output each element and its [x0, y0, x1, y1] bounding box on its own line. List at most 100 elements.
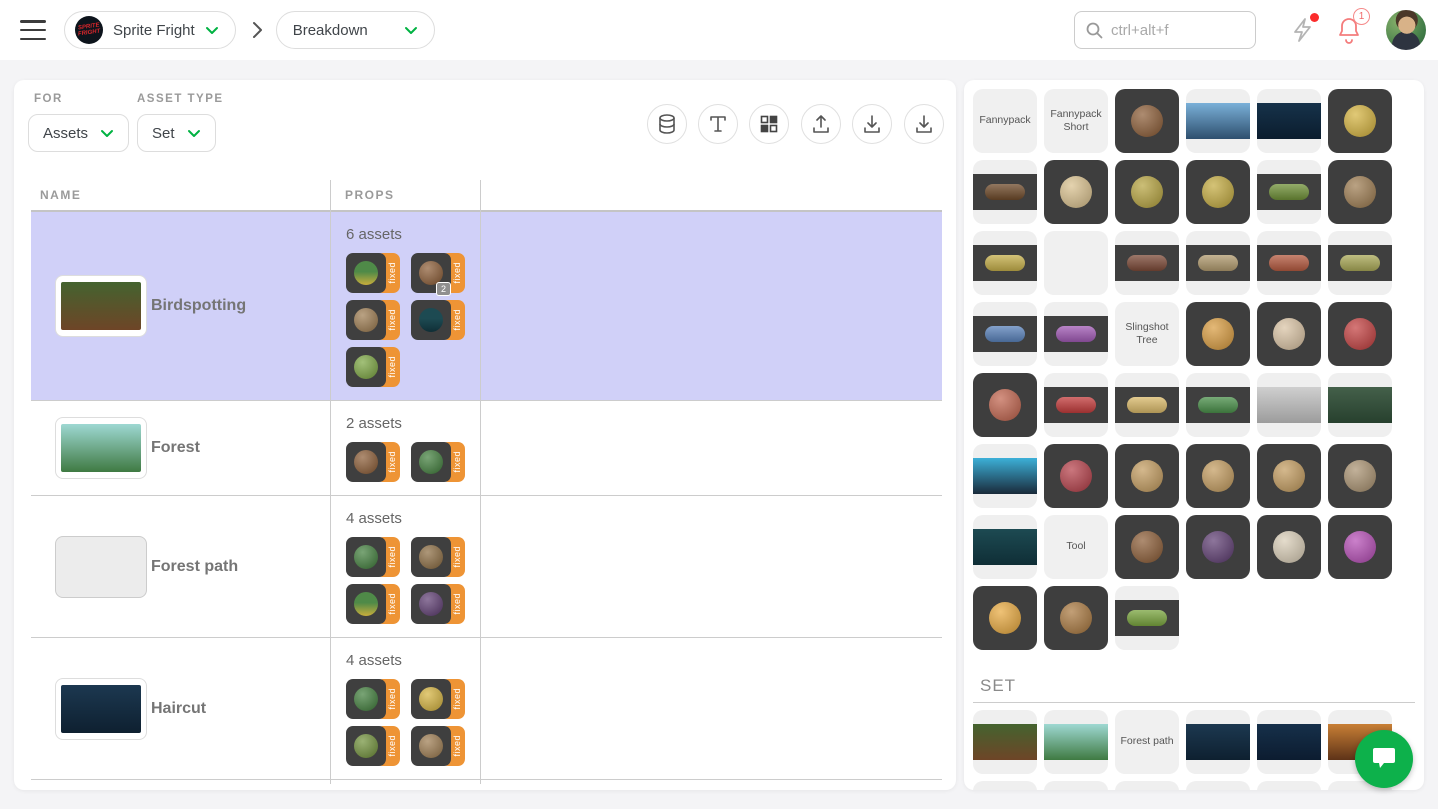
section-name: Breakdown — [293, 22, 368, 39]
prop-thumb-lighter[interactable]: fixed — [411, 679, 465, 719]
text-icon — [708, 114, 728, 134]
quick-actions-button[interactable] — [1291, 17, 1315, 43]
asset-tile-sleeping-bag-purple[interactable] — [1044, 302, 1108, 366]
asset-tile-sleeping-bag-green[interactable] — [1328, 231, 1392, 295]
asset-blob — [989, 602, 1021, 634]
asset-tile-sleeping-bag-red[interactable] — [1257, 231, 1321, 295]
prop-thumb-image — [411, 726, 451, 766]
chat-button[interactable] — [1355, 730, 1413, 788]
prop-thumb-flower[interactable]: fixed — [346, 253, 400, 293]
asset-tile-branch[interactable] — [1115, 89, 1179, 153]
asset-tile-tortilla-chips[interactable] — [1115, 373, 1179, 437]
asset-tile-haircut-set[interactable] — [1186, 710, 1250, 774]
asset-tile-clover[interactable] — [1115, 586, 1179, 650]
asset-tile-driftwood-log[interactable] — [973, 160, 1037, 224]
grid-view-button[interactable] — [749, 104, 789, 144]
asset-tile-forest-path-set[interactable]: Forest path — [1115, 710, 1179, 774]
asset-tile-tent-collapsed[interactable] — [1115, 444, 1179, 508]
search-input[interactable] — [1111, 22, 1231, 39]
asset-tile-fannypack-short[interactable]: Fannypack Short — [1044, 89, 1108, 153]
prop-thumb-plums[interactable]: fixed — [411, 584, 465, 624]
asset-tile-thorny-vine[interactable] — [973, 515, 1037, 579]
prop-thumb-flower[interactable]: fixed — [346, 584, 400, 624]
for-dropdown[interactable]: Assets — [28, 114, 129, 152]
project-logo: SPRITE FRIGHT — [75, 16, 103, 44]
prop-thumb-clover[interactable]: fixed — [346, 347, 400, 387]
menu-icon[interactable] — [20, 20, 46, 40]
asset-tile-sausage[interactable] — [1115, 231, 1179, 295]
asset-tile-night-branch[interactable] — [1257, 89, 1321, 153]
asset-tile-forest-set[interactable] — [1044, 710, 1108, 774]
fixed-tag-label: fixed — [452, 262, 462, 284]
asset-tile-night-forest-set[interactable] — [1257, 710, 1321, 774]
asset-tile-fannypack[interactable]: Fannypack — [973, 89, 1037, 153]
table-row-forest[interactable]: Forest2 assetsfixedfixed — [31, 401, 942, 496]
asset-tile-orange-flower[interactable] — [973, 586, 1037, 650]
assets-count: 4 assets — [346, 652, 480, 669]
asset-tile-tent[interactable] — [1186, 444, 1250, 508]
search-box[interactable] — [1074, 11, 1256, 49]
asset-tile-snack-can[interactable] — [1257, 302, 1321, 366]
asset-band — [1186, 724, 1250, 760]
asset-tile-tent-bag[interactable] — [1328, 444, 1392, 508]
asset-tile-stick[interactable] — [1115, 515, 1179, 579]
asset-blob — [1202, 531, 1234, 563]
asset-tile-tent-open[interactable] — [1257, 444, 1321, 508]
asset-tile-plums[interactable] — [1186, 515, 1250, 579]
asset-tile-eggshell[interactable] — [1257, 515, 1321, 579]
asset-tile-pocket-knife[interactable] — [1044, 444, 1108, 508]
section-selector[interactable]: Breakdown — [276, 11, 435, 49]
prop-thumb-branch[interactable]: fixed — [346, 442, 400, 482]
asset-tile-pinecone[interactable] — [1328, 160, 1392, 224]
asset-tile-candy-bag[interactable] — [1186, 302, 1250, 366]
asset-tile-tool[interactable]: Tool — [1044, 515, 1108, 579]
database-button[interactable] — [647, 104, 687, 144]
asset-tile-party-popper[interactable] — [1044, 373, 1108, 437]
prop-thumb-stick[interactable]: fixed — [411, 537, 465, 577]
table-row-haircut[interactable]: Haircut4 assetsfixedfixedfixedfixed — [31, 638, 942, 780]
table-row-forest-path[interactable]: Forest path4 assetsfixedfixedfixedfixed — [31, 496, 942, 638]
asset-tile-pickle[interactable] — [1257, 160, 1321, 224]
table-row-birdspotting[interactable]: Birdspotting6 assetsfixedfixed2fixedfixe… — [31, 212, 942, 401]
prop-thumb-leaf[interactable]: fixed — [346, 679, 400, 719]
asset-tile-purple-flower[interactable] — [1328, 515, 1392, 579]
asset-tile-sleeping-bag-tan[interactable] — [1186, 231, 1250, 295]
prop-thumb-pinecone[interactable]: fixed — [346, 300, 400, 340]
asset-tile-notebook[interactable] — [1044, 160, 1108, 224]
database-icon — [657, 113, 677, 135]
asset-tile-pretzel-bag[interactable] — [973, 373, 1037, 437]
export-button[interactable] — [801, 104, 841, 144]
asset-tile-salt-stix-box[interactable] — [1328, 302, 1392, 366]
props-thumb-grid: fixed fixed — [346, 442, 478, 489]
prop-thumb-leaf[interactable]: fixed — [346, 537, 400, 577]
asset-tile-rope-coil[interactable] — [973, 231, 1037, 295]
prop-thumb-image — [411, 584, 451, 624]
prop-thumb-pinecone[interactable]: fixed — [411, 726, 465, 766]
asset-tile-birdspotting-set[interactable] — [973, 710, 1037, 774]
asset-tile-tweezers[interactable] — [1115, 160, 1179, 224]
asset-tile-snail[interactable] — [1044, 586, 1108, 650]
asset-tile-spiderweb-white[interactable] — [1257, 373, 1321, 437]
project-selector[interactable]: SPRITE FRIGHT Sprite Fright — [64, 11, 236, 49]
asset-tile-spiderweb-green[interactable] — [1328, 373, 1392, 437]
asset-tile-spray-can[interactable] — [973, 444, 1037, 508]
text-view-button[interactable] — [698, 104, 738, 144]
asset-tile-scene-closeup[interactable] — [1186, 89, 1250, 153]
asset-tile-big-leaf[interactable] — [1186, 373, 1250, 437]
asset-tile-lighter[interactable] — [1328, 89, 1392, 153]
prop-thumb-leaf[interactable]: fixed — [411, 442, 465, 482]
asset-tile-slingshot-tree[interactable]: Slingshot Tree — [1115, 302, 1179, 366]
prop-thumb-branch[interactable]: fixed2 — [411, 253, 465, 293]
asset-type-dropdown[interactable]: Set — [137, 114, 216, 152]
row-thumbnail — [55, 417, 147, 479]
asset-tile-label: Fannypack — [979, 114, 1030, 127]
asset-tile-sleeping-bag-blue[interactable] — [973, 302, 1037, 366]
prop-thumb-thorny-vine[interactable]: fixed — [411, 300, 465, 340]
import-button[interactable] — [852, 104, 892, 144]
download-button[interactable] — [904, 104, 944, 144]
asset-tile-twig[interactable] — [1186, 160, 1250, 224]
prop-thumb-pickle[interactable]: fixed — [346, 726, 400, 766]
notifications-button[interactable]: 1 — [1337, 16, 1361, 44]
prop-blob — [419, 592, 443, 616]
avatar[interactable] — [1386, 10, 1426, 50]
